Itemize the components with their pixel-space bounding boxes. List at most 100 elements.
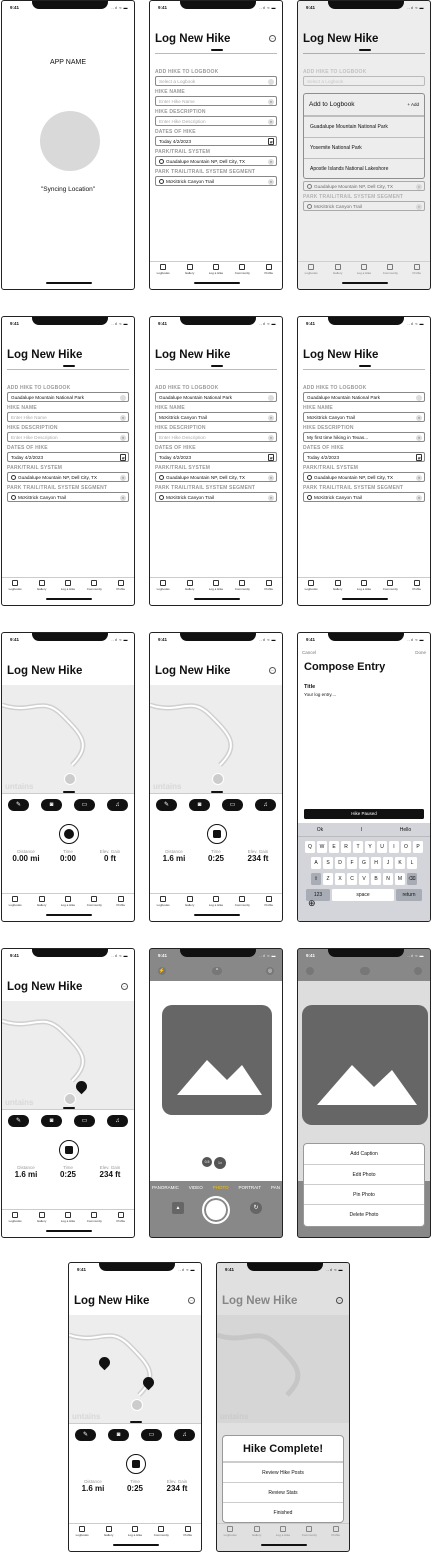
key[interactable]: A bbox=[311, 857, 321, 869]
shutter-button[interactable] bbox=[202, 1196, 230, 1224]
key[interactable]: I bbox=[389, 841, 399, 853]
tab-logbooks[interactable]: Logbooks bbox=[152, 264, 174, 277]
key[interactable]: C bbox=[347, 873, 357, 885]
done-button[interactable]: Done bbox=[415, 650, 426, 655]
splash-screen: 9:41 ..ıl ≈ ▬ APP NAME "Syncing Location… bbox=[1, 0, 135, 290]
settings-icon[interactable]: ◎ bbox=[266, 967, 274, 975]
cancel-button[interactable]: Cancel bbox=[302, 650, 316, 655]
key[interactable]: V bbox=[359, 873, 369, 885]
log-hike-form-complete: 9:41 ..ıl ≈ ▬ Log New Hike ADD HIKE TO LO… bbox=[297, 316, 431, 606]
tab-community[interactable]: Community bbox=[231, 264, 253, 277]
camera-modes: PANORAMIC VIDEO PHOTO PORTRAIT PAN bbox=[152, 1185, 280, 1190]
entry-body[interactable]: Your log entry.... bbox=[304, 692, 336, 697]
flip-camera-icon[interactable]: ↻ bbox=[250, 1202, 262, 1214]
microphone-icon[interactable]: ♫ bbox=[107, 799, 128, 811]
key[interactable]: W bbox=[317, 841, 327, 853]
edit-photo-button[interactable]: Edit Photo bbox=[304, 1164, 424, 1184]
key[interactable]: E bbox=[329, 841, 339, 853]
tracker-two-pins: 9:41 ..ıl ≈ ▬ Log New Hike ⋯ untains ✎ ◙ ▭ ♫ … bbox=[68, 1262, 202, 1552]
delete-key[interactable]: ⌫ bbox=[407, 873, 417, 885]
zoom-1x[interactable]: 1x bbox=[214, 1157, 226, 1169]
key[interactable]: D bbox=[335, 857, 345, 869]
tab-log-hike[interactable]: Log a Hike bbox=[205, 264, 227, 277]
review-stats-button[interactable]: Review Stats bbox=[223, 1482, 343, 1502]
shift-key[interactable]: ⇧ bbox=[311, 873, 321, 885]
logbook-select[interactable]: Select a Logbook bbox=[155, 76, 277, 86]
log-hike-form-logbook: 9:41 ..ıl ≈ ▬ Log New Hike ADD HIKE TO LO… bbox=[1, 316, 135, 606]
finished-button[interactable]: Finished bbox=[223, 1502, 343, 1522]
date-field[interactable]: Today 4/2/2023 ▦ bbox=[155, 136, 277, 146]
key[interactable]: L bbox=[407, 857, 417, 869]
key[interactable]: N bbox=[383, 873, 393, 885]
key[interactable]: O bbox=[401, 841, 411, 853]
record-button[interactable] bbox=[59, 824, 79, 844]
camera-screen: 9:41 ..ıl ≈ ▬ ⚡ ^ ◎ 0.5 1x PANORAMIC VIDEO… bbox=[149, 948, 283, 1238]
key[interactable]: H bbox=[371, 857, 381, 869]
camera-icon[interactable]: ◙ bbox=[41, 799, 62, 811]
key[interactable]: Y bbox=[365, 841, 375, 853]
zoom-05[interactable]: 0.5 bbox=[202, 1157, 212, 1167]
more-icon[interactable]: ⋯ bbox=[269, 667, 276, 674]
viewfinder[interactable]: 0.5 1x bbox=[150, 981, 282, 1181]
return-key[interactable]: return bbox=[396, 889, 422, 901]
hike-description-field[interactable]: Enter Hike Description × bbox=[155, 116, 277, 126]
key[interactable]: U bbox=[377, 841, 387, 853]
flash-icon[interactable]: ⚡ bbox=[158, 967, 166, 975]
key[interactable]: K bbox=[395, 857, 405, 869]
space-key[interactable]: space bbox=[332, 889, 394, 901]
tab-profile[interactable]: Profile bbox=[258, 264, 280, 277]
app-name: APP NAME bbox=[49, 59, 87, 66]
page-title: Log New Hike bbox=[155, 33, 231, 45]
image-placeholder-icon bbox=[162, 1005, 272, 1115]
log-hike-form-empty: 9:41 ..ıl ≈ ▬ Log New Hike ⋯ ADD HIKE TO … bbox=[149, 0, 283, 290]
status-time: 9:41 bbox=[10, 5, 20, 10]
video-icon[interactable]: ▭ bbox=[74, 799, 95, 811]
hike-paused-button[interactable]: Hike Paused bbox=[304, 809, 424, 819]
globe-icon[interactable]: ⊕ bbox=[308, 898, 316, 909]
tracker-panel: ✎ ◙ ▭ ♫ Distance 0.00 mi Time 0:00 Elev. G… bbox=[2, 791, 134, 893]
hike-complete: 9:41 ..ıl ≈ ▬ Log New Hike ⋯ untains Logbo… bbox=[216, 1262, 350, 1552]
park-field[interactable]: Guadalupe Mountain NP, Dell City, TX × bbox=[155, 156, 277, 166]
calendar-icon: ▦ bbox=[268, 138, 274, 145]
gallery-thumbnail-icon[interactable]: ▲ bbox=[172, 1202, 184, 1214]
compose-title: Compose Entry bbox=[304, 661, 386, 673]
keyboard: Ok I Hello QWERTYUIOP ASDFGHJKL ⇧ Z X C V B N M ⌫ … bbox=[298, 823, 430, 921]
location-pin-icon bbox=[159, 159, 164, 165]
pin-photo-button[interactable]: Pin Photo bbox=[304, 1184, 424, 1204]
key[interactable]: J bbox=[383, 857, 393, 869]
key[interactable]: B bbox=[371, 873, 381, 885]
review-posts-button[interactable]: Review Hike Posts bbox=[223, 1462, 343, 1482]
key[interactable]: G bbox=[359, 857, 369, 869]
key[interactable]: T bbox=[353, 841, 363, 853]
key[interactable]: M bbox=[395, 873, 405, 885]
location-placeholder-circle bbox=[40, 111, 100, 171]
add-caption-button[interactable]: Add Caption bbox=[304, 1144, 424, 1164]
tracker-start: 9:41 ..ıl ≈ ▬ Log New Hike untains ✎ ◙ ▭ … bbox=[1, 632, 135, 922]
tab-gallery[interactable]: Gallery bbox=[179, 264, 201, 277]
key[interactable]: R bbox=[341, 841, 351, 853]
chevron-up-icon[interactable]: ^ bbox=[212, 967, 222, 975]
photo-menu: Add Caption Edit Photo Pin Photo Delete … bbox=[303, 1143, 425, 1227]
key[interactable]: S bbox=[323, 857, 333, 869]
key[interactable]: Q bbox=[305, 841, 315, 853]
key[interactable]: F bbox=[347, 857, 357, 869]
captured-photo bbox=[302, 1005, 428, 1125]
more-icon[interactable]: ⋯ bbox=[269, 35, 276, 42]
hike-name-field[interactable]: Enter Hike Name × bbox=[7, 412, 129, 422]
compose-entry: 9:41 ..ıl ≈ ▬ Cancel Done Compose Entry T… bbox=[297, 632, 431, 922]
tab-bar: Logbooks Gallery Log a Hike Community Pr… bbox=[150, 261, 282, 277]
stop-button[interactable] bbox=[207, 824, 227, 844]
key[interactable]: X bbox=[335, 873, 345, 885]
pencil-icon[interactable]: ✎ bbox=[8, 799, 29, 811]
log-hike-form-name: 9:41 ..ıl ≈ ▬ Log New Hike ADD HIKE TO LO… bbox=[149, 316, 283, 606]
hike-name-field[interactable]: Enter Hike Name × bbox=[155, 96, 277, 106]
logbook-select[interactable]: Guadalupe Mountain National Park bbox=[7, 392, 129, 402]
hike-complete-modal: Hike Complete! Review Hike Posts Review … bbox=[222, 1435, 344, 1523]
segment-field[interactable]: McKittrick Canyon Trail × bbox=[155, 176, 277, 186]
log-hike-dropdown: 9:41 ..ıl ≈ ▬ Log New Hike ADD HIKE TO LO… bbox=[297, 0, 431, 290]
trail-map[interactable]: untains bbox=[2, 685, 134, 793]
key[interactable]: P bbox=[413, 841, 423, 853]
delete-photo-button[interactable]: Delete Photo bbox=[304, 1204, 424, 1224]
key[interactable]: Z bbox=[323, 873, 333, 885]
hike-complete-title: Hike Complete! bbox=[223, 1436, 343, 1462]
